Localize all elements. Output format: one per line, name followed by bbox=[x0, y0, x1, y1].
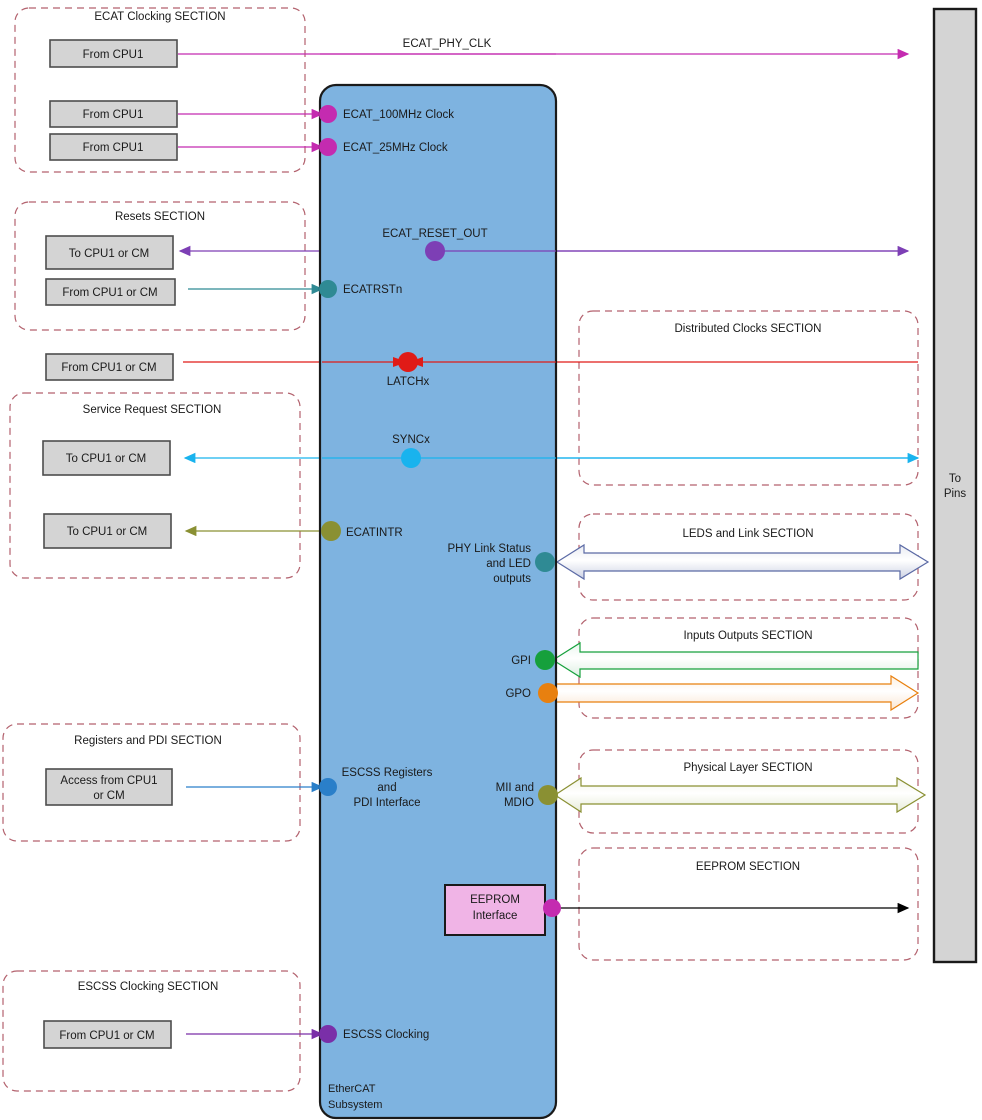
port-label-mii-mdio-2: MDIO bbox=[504, 797, 534, 809]
section-title: ECAT Clocking SECTION bbox=[94, 11, 225, 23]
source-box-label-line2: or CM bbox=[93, 790, 124, 802]
port-label-mii-mdio-1: MII and bbox=[496, 782, 534, 794]
source-box-from-cpu1-or-cm-reset[interactable]: From CPU1 or CM bbox=[45, 278, 176, 306]
section-border bbox=[9, 392, 301, 579]
section-title: EEPROM SECTION bbox=[696, 861, 800, 873]
eeprom-interface-block: EEPROM Interface bbox=[444, 884, 546, 936]
section-title: Physical Layer SECTION bbox=[683, 762, 812, 774]
subsystem-label-line1: EtherCAT bbox=[328, 1083, 376, 1095]
port-dot-mii-mdio[interactable] bbox=[538, 785, 558, 805]
port-dot-gpo[interactable] bbox=[538, 683, 558, 703]
port-label-ecat-100mhz: ECAT_100MHz Clock bbox=[343, 109, 454, 121]
port-label-syncx: SYNCx bbox=[392, 434, 430, 446]
pins-bar-body bbox=[932, 7, 978, 964]
section-title: Resets SECTION bbox=[115, 211, 205, 223]
section-title: LEDS and Link SECTION bbox=[682, 528, 813, 540]
block-arrow-mii-mdio bbox=[553, 776, 927, 814]
port-label-escss-registers-2: and bbox=[377, 782, 396, 794]
port-dot-ecat-25mhz[interactable] bbox=[319, 138, 337, 156]
source-box-label: To CPU1 or CM bbox=[67, 526, 148, 538]
port-label-gpo: GPO bbox=[505, 688, 531, 700]
port-dot-escss-clocking[interactable] bbox=[319, 1025, 337, 1043]
block-diagram-canvas: ECAT Clocking SECTION Resets SECTION Ser… bbox=[2, 7, 978, 1120]
source-box-label: To CPU1 or CM bbox=[69, 248, 150, 260]
port-label-ecat-25mhz: ECAT_25MHz Clock bbox=[343, 142, 448, 154]
port-dot-latchx[interactable] bbox=[398, 352, 418, 372]
section-title: Distributed Clocks SECTION bbox=[675, 323, 822, 335]
source-box-label: From CPU1 or CM bbox=[62, 287, 157, 299]
source-box-label: From CPU1 or CM bbox=[61, 362, 156, 374]
port-dot-phy-link[interactable] bbox=[535, 552, 555, 572]
port-dot-gpi[interactable] bbox=[535, 650, 555, 670]
port-label-ecatrstn: ECATRSTn bbox=[343, 284, 402, 296]
net-label-ecat-phy-clk: ECAT_PHY_CLK bbox=[403, 38, 492, 50]
source-box-label: From CPU1 bbox=[83, 109, 144, 121]
section-border bbox=[578, 310, 919, 486]
section-title: Service Request SECTION bbox=[83, 404, 222, 416]
section-title: Inputs Outputs SECTION bbox=[683, 630, 812, 642]
source-box-label: From CPU1 bbox=[83, 49, 144, 61]
port-label-phy-link-3: outputs bbox=[493, 573, 531, 585]
source-box-from-cpu1-b[interactable]: From CPU1 bbox=[49, 100, 178, 128]
source-box-from-cpu1-c[interactable]: From CPU1 bbox=[49, 133, 178, 161]
port-label-gpi: GPI bbox=[511, 655, 531, 667]
source-box-to-cpu1-or-cm-sync[interactable]: To CPU1 or CM bbox=[42, 440, 171, 476]
port-label-escss-clocking: ESCSS Clocking bbox=[343, 1029, 429, 1041]
source-box-to-cpu1-or-cm-reset[interactable]: To CPU1 or CM bbox=[45, 235, 174, 270]
port-label-phy-link-1: PHY Link Status bbox=[447, 543, 531, 555]
right-section-distributed-clocks: Distributed Clocks SECTION bbox=[578, 310, 919, 486]
port-dot-ecat-reset-out[interactable] bbox=[425, 241, 445, 261]
block-arrow-gpi bbox=[551, 641, 919, 679]
section-title: Registers and PDI SECTION bbox=[74, 735, 222, 747]
pins-bar-label-line2: Pins bbox=[944, 488, 967, 500]
to-pins-bar: To Pins bbox=[932, 7, 978, 964]
subsystem-label-line2: Subsystem bbox=[328, 1099, 382, 1111]
port-dot-ecatrstn[interactable] bbox=[319, 280, 337, 298]
port-dot-ecatintr[interactable] bbox=[321, 521, 341, 541]
source-box-label: To CPU1 or CM bbox=[66, 453, 147, 465]
port-label-ecatintr: ECATINTR bbox=[346, 527, 403, 539]
port-label-ecat-reset-out: ECAT_RESET_OUT bbox=[382, 228, 487, 240]
source-box-from-cpu1-or-cm-escss[interactable]: From CPU1 or CM bbox=[43, 1020, 172, 1049]
right-section-eeprom: EEPROM SECTION bbox=[578, 847, 919, 961]
source-box-access-from-cpu1[interactable]: Access from CPU1 or CM bbox=[45, 768, 173, 806]
port-dot-eeprom[interactable] bbox=[543, 899, 561, 917]
port-label-escss-registers-1: ESCSS Registers bbox=[342, 767, 433, 779]
source-box-label-line1: Access from CPU1 bbox=[60, 775, 157, 787]
block-arrow-leds-link bbox=[555, 543, 930, 581]
left-section-service-request: Service Request SECTION bbox=[9, 392, 301, 579]
port-label-phy-link-2: and LED bbox=[486, 558, 531, 570]
eeprom-label-line2: Interface bbox=[473, 910, 518, 922]
pins-bar-label-line1: To bbox=[949, 473, 961, 485]
source-box-label: From CPU1 bbox=[83, 142, 144, 154]
port-label-latchx: LATCHx bbox=[387, 376, 430, 388]
source-box-from-cpu1-or-cm-latch[interactable]: From CPU1 or CM bbox=[45, 353, 174, 381]
port-dot-ecat-100mhz[interactable] bbox=[319, 105, 337, 123]
port-dot-escss-registers[interactable] bbox=[319, 778, 337, 796]
source-box-to-cpu1-or-cm-intr[interactable]: To CPU1 or CM bbox=[43, 513, 172, 549]
source-box-label: From CPU1 or CM bbox=[59, 1030, 154, 1042]
eeprom-label-line1: EEPROM bbox=[470, 894, 520, 906]
section-title: ESCSS Clocking SECTION bbox=[78, 981, 219, 993]
port-dot-syncx[interactable] bbox=[401, 448, 421, 468]
source-box-from-cpu1-a[interactable]: From CPU1 bbox=[49, 39, 178, 68]
block-arrow-gpo bbox=[555, 674, 920, 712]
port-label-escss-registers-3: PDI Interface bbox=[353, 797, 420, 809]
diagram-root: ECAT Clocking SECTION Resets SECTION Ser… bbox=[0, 0, 982, 1120]
